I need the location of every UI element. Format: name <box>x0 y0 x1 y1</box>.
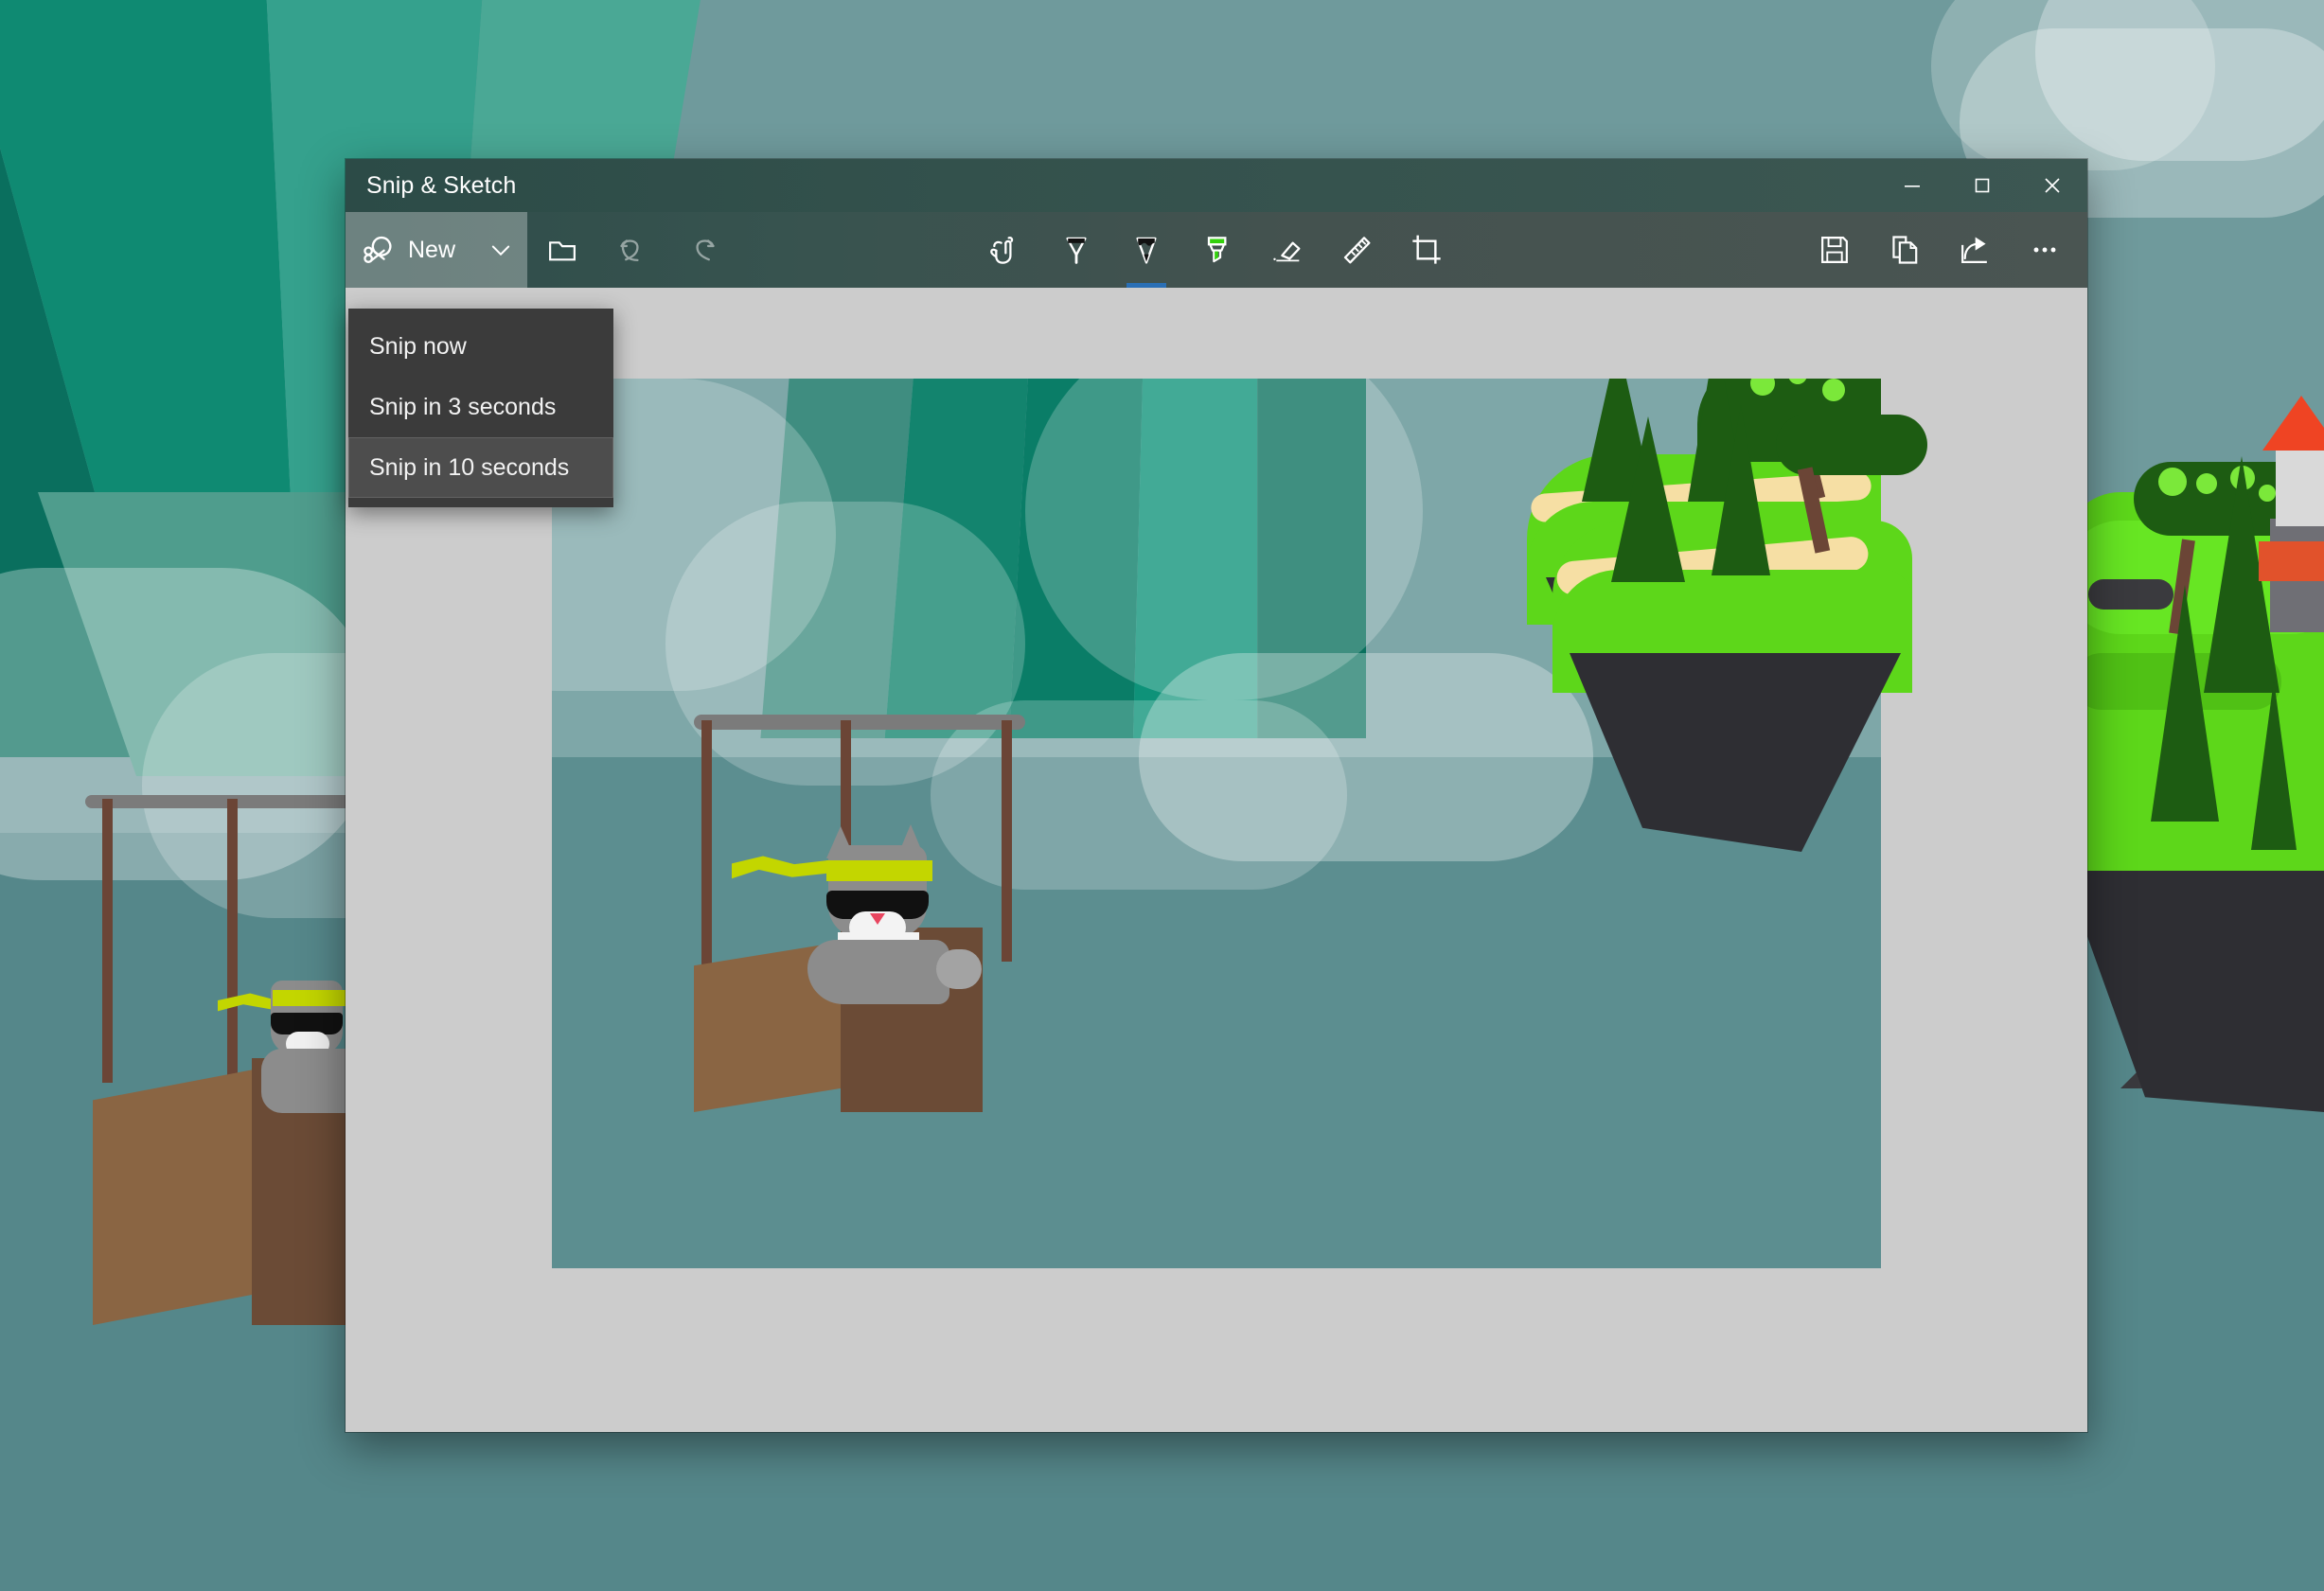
basket-rope <box>102 799 113 1083</box>
touch-writing-button[interactable] <box>971 212 1041 288</box>
cat-headband <box>273 990 354 1006</box>
drawing-tools-group <box>971 212 1462 288</box>
castle-roof <box>2259 541 2324 581</box>
see-more-button[interactable] <box>2010 212 2080 288</box>
share-button[interactable] <box>1940 212 2010 288</box>
ruler-icon <box>1343 237 1371 264</box>
pencil-button[interactable] <box>1111 212 1181 288</box>
open-file-button[interactable] <box>527 212 597 288</box>
snap-balloon-basket <box>694 715 1035 1112</box>
close-button[interactable] <box>2017 159 2087 212</box>
redo-arrow-icon <box>696 239 715 261</box>
tree-canopy-dots <box>2196 473 2217 494</box>
basket-rope <box>1002 720 1012 962</box>
ellipsis-icon <box>2033 247 2056 253</box>
basket-rope <box>701 720 712 968</box>
cat-headband <box>826 860 932 881</box>
new-snip-dropdown-toggle[interactable] <box>474 212 527 288</box>
island-cliff <box>1570 653 1901 852</box>
floating-island-right <box>2064 379 2324 1117</box>
menu-item-label: Snip in 3 seconds <box>369 393 557 420</box>
redo-button[interactable] <box>667 212 737 288</box>
basket-rope <box>227 799 238 1083</box>
new-snip-label: New <box>408 236 456 263</box>
basket-crossbar <box>694 715 1025 730</box>
window-titlebar[interactable]: Snip & Sketch <box>346 159 2087 212</box>
floating-island-mid <box>1552 398 1927 852</box>
crop-button[interactable] <box>1392 212 1462 288</box>
menu-item-snip-now[interactable]: Snip now <box>348 316 613 377</box>
menu-item-snip-10-seconds[interactable]: Snip in 10 seconds <box>348 437 613 498</box>
window-controls <box>1877 159 2087 212</box>
minimize-icon <box>1905 186 1920 187</box>
ballpoint-pen-button[interactable] <box>1041 212 1111 288</box>
menu-item-label: Snip in 10 seconds <box>369 453 570 481</box>
save-floppy-icon <box>1821 237 1848 263</box>
copy-button[interactable] <box>1870 212 1940 288</box>
ballpoint-pen-icon <box>1066 237 1087 264</box>
window-title: Snip & Sketch <box>366 171 517 199</box>
new-snip-dropdown-menu[interactable]: Snip now Snip in 3 seconds Snip in 10 se… <box>348 309 613 507</box>
copy-pages-icon <box>1892 236 1918 264</box>
island-cliff <box>2064 871 2324 1117</box>
island-rock <box>2088 579 2173 610</box>
touch-hand-icon <box>990 237 1014 264</box>
folder-icon <box>549 241 576 261</box>
tree-canopy-dots <box>2259 485 2276 502</box>
minimize-button[interactable] <box>1877 159 1947 212</box>
highlighter-icon <box>1207 237 1227 263</box>
chevron-down-icon <box>491 245 510 256</box>
pine-tree <box>1611 416 1685 582</box>
cat-paw <box>936 949 982 989</box>
castle-tower-roof <box>2262 396 2324 451</box>
highlighter-button[interactable] <box>1181 212 1251 288</box>
actions-group <box>1800 212 2080 288</box>
tree-canopy <box>1776 415 1927 475</box>
app-toolbar: New <box>346 212 2087 288</box>
cat-headband-tail <box>732 856 836 879</box>
new-snip-button[interactable]: New <box>346 212 474 288</box>
basket-side <box>93 1070 254 1325</box>
crop-icon <box>1412 235 1441 264</box>
maximize-icon <box>1975 178 1990 193</box>
menu-item-snip-3-seconds[interactable]: Snip in 3 seconds <box>348 377 613 437</box>
pine-tree <box>1712 405 1770 575</box>
share-arrow-icon <box>1961 237 1987 263</box>
pencil-icon <box>1136 237 1157 264</box>
cat-body <box>807 940 949 1004</box>
eraser-button[interactable] <box>1251 212 1322 288</box>
maximize-button[interactable] <box>1947 159 2017 212</box>
close-icon <box>2045 178 2060 193</box>
snip-scissors-icon <box>364 236 392 264</box>
save-button[interactable] <box>1800 212 1870 288</box>
eraser-icon <box>1273 241 1301 262</box>
menu-item-label: Snip now <box>369 332 467 360</box>
ruler-button[interactable] <box>1322 212 1392 288</box>
undo-button[interactable] <box>597 212 667 288</box>
tree-canopy-dots <box>2158 468 2187 496</box>
undo-arrow-icon <box>620 239 639 262</box>
